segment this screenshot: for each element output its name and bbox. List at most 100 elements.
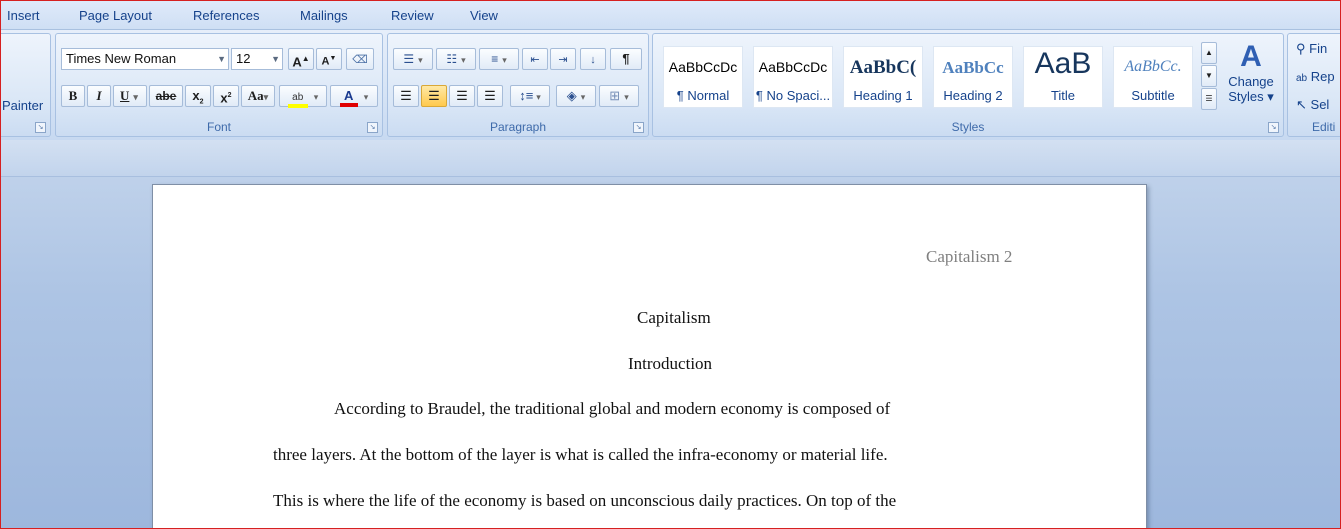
shading-button[interactable]: ◈ ▾ bbox=[556, 85, 596, 107]
binoculars-icon: ⚲ bbox=[1296, 41, 1306, 56]
paragraph-group-label: Paragraph bbox=[489, 120, 547, 134]
change-styles-label-2: Styles ▾ bbox=[1228, 89, 1274, 104]
change-styles-label: Change bbox=[1228, 74, 1274, 89]
style-normal[interactable]: AaBbCcDc ¶ Normal bbox=[663, 46, 743, 108]
font-family-combo[interactable]: Times New Roman ▼ bbox=[61, 48, 229, 70]
tab-page-layout[interactable]: Page Layout bbox=[79, 8, 152, 23]
font-size-combo[interactable]: 12 ▼ bbox=[231, 48, 283, 70]
grow-font-icon: A bbox=[292, 54, 302, 70]
style-title[interactable]: AaB Title bbox=[1023, 46, 1103, 108]
select-label: Sel bbox=[1310, 97, 1330, 112]
page-header[interactable]: Capitalism 2 bbox=[926, 247, 1012, 267]
paragraph-launcher-icon[interactable]: ↘ bbox=[633, 122, 644, 133]
styles-launcher-icon[interactable]: ↘ bbox=[1268, 122, 1279, 133]
scroll-down-icon[interactable]: ▼ bbox=[1201, 65, 1217, 87]
line-spacing-icon: ↕≡ bbox=[519, 88, 534, 103]
clipboard-launcher-icon[interactable]: ↘ bbox=[35, 122, 46, 133]
ruler-strip bbox=[1, 140, 1340, 177]
style-no-spacing[interactable]: AaBbCcDc ¶ No Spaci... bbox=[753, 46, 833, 108]
eraser-icon: ⌫ bbox=[352, 54, 368, 66]
bullets-button[interactable]: ☰ ▾ bbox=[393, 48, 433, 70]
format-painter-button[interactable]: Painter bbox=[2, 98, 43, 113]
numbered-list-icon: ☷ bbox=[446, 52, 458, 66]
tab-view[interactable]: View bbox=[470, 8, 498, 23]
subscript-button[interactable]: x2 bbox=[185, 85, 211, 107]
more-styles-icon[interactable]: ☰ bbox=[1201, 88, 1217, 110]
scroll-up-icon[interactable]: ▲ bbox=[1201, 42, 1217, 64]
styles-gallery-scroll[interactable]: ▲ ▼ ☰ bbox=[1201, 42, 1217, 112]
styles-group: AaBbCcDc ¶ Normal AaBbCcDc ¶ No Spaci...… bbox=[652, 33, 1284, 137]
align-left-button[interactable]: ☰ bbox=[393, 85, 419, 107]
clear-formatting-button[interactable]: ⌫ bbox=[346, 48, 374, 70]
style-name: Subtitle bbox=[1131, 88, 1175, 103]
shrink-font-button[interactable]: A▼ bbox=[316, 48, 342, 70]
find-button[interactable]: ⚲ Fin bbox=[1296, 41, 1327, 57]
change-styles-icon: A bbox=[1240, 40, 1262, 73]
multilevel-list-icon: ≡ bbox=[491, 52, 499, 66]
borders-button[interactable]: ⊞ ▾ bbox=[599, 85, 639, 107]
shrink-font-icon: A bbox=[321, 55, 330, 68]
paint-bucket-icon: ◈ bbox=[566, 88, 577, 103]
grow-font-button[interactable]: A▲ bbox=[288, 48, 314, 70]
sort-button[interactable]: ↓ bbox=[580, 48, 606, 70]
decrease-indent-button[interactable]: ⇤ bbox=[522, 48, 548, 70]
strikethrough-button[interactable]: abe bbox=[149, 85, 183, 107]
body-line[interactable]: According to Braudel, the traditional gl… bbox=[334, 399, 890, 419]
change-styles-button[interactable]: A Change Styles ▾ bbox=[1223, 40, 1279, 120]
increase-indent-button[interactable]: ⇥ bbox=[550, 48, 576, 70]
bullet-list-icon: ☰ bbox=[403, 52, 415, 66]
justify-button[interactable]: ☰ bbox=[477, 85, 503, 107]
style-name: Heading 1 bbox=[853, 88, 913, 103]
editing-group: ⚲ Fin ab Rep ↖ Sel Editi bbox=[1287, 33, 1340, 137]
tab-mailings[interactable]: Mailings bbox=[300, 8, 348, 23]
replace-icon: ab bbox=[1296, 73, 1308, 84]
justify-icon: ☰ bbox=[484, 88, 496, 103]
body-line[interactable]: three layers. At the bottom of the layer… bbox=[273, 445, 888, 465]
document-heading[interactable]: Introduction bbox=[628, 354, 712, 374]
style-heading-1[interactable]: AaBbC( Heading 1 bbox=[843, 46, 923, 108]
bold-button[interactable]: B bbox=[61, 85, 85, 107]
document-title[interactable]: Capitalism bbox=[637, 308, 711, 328]
text-highlight-button[interactable]: ab ▾ bbox=[279, 85, 327, 108]
style-heading-2[interactable]: AaBbCc Heading 2 bbox=[933, 46, 1013, 108]
subscript-icon: x bbox=[192, 88, 200, 103]
font-color-button[interactable]: A ▾ bbox=[330, 85, 378, 107]
tab-insert[interactable]: Insert bbox=[7, 8, 40, 23]
border-grid-icon: ⊞ bbox=[609, 88, 621, 103]
align-center-icon: ☰ bbox=[428, 88, 440, 103]
font-launcher-icon[interactable]: ↘ bbox=[367, 122, 378, 133]
superscript-button[interactable]: x2 bbox=[213, 85, 239, 107]
change-case-button[interactable]: Aa▾ bbox=[241, 85, 275, 107]
body-line[interactable]: This is where the life of the economy is… bbox=[273, 491, 896, 511]
find-label: Fin bbox=[1309, 41, 1328, 56]
tab-references[interactable]: References bbox=[193, 8, 259, 23]
chevron-down-icon: ▼ bbox=[217, 54, 226, 64]
decrease-indent-icon: ⇤ bbox=[530, 54, 540, 66]
select-button[interactable]: ↖ Sel bbox=[1296, 97, 1329, 113]
style-sample: AaBbCcDc bbox=[758, 59, 828, 75]
multilevel-list-button[interactable]: ≡ ▾ bbox=[479, 48, 519, 70]
replace-button[interactable]: ab Rep bbox=[1296, 69, 1335, 84]
align-center-button[interactable]: ☰ bbox=[421, 85, 447, 107]
italic-button[interactable]: I bbox=[87, 85, 111, 107]
align-right-button[interactable]: ☰ bbox=[449, 85, 475, 107]
document-page[interactable]: Capitalism 2 Capitalism Introduction Acc… bbox=[152, 184, 1147, 528]
clipboard-group: Painter ↘ bbox=[1, 33, 51, 137]
style-sample: AaB bbox=[1034, 47, 1092, 80]
superscript-icon: x bbox=[220, 90, 228, 106]
font-group: Times New Roman ▼ 12 ▼ A▲ A▼ ⌫ B I U ▾ ab… bbox=[55, 33, 383, 137]
ribbon-tab-bar: Insert Page Layout References Mailings R… bbox=[1, 1, 1340, 29]
line-spacing-button[interactable]: ↕≡ ▾ bbox=[510, 85, 550, 107]
ribbon: Painter ↘ Times New Roman ▼ 12 ▼ A▲ A▼ ⌫… bbox=[1, 29, 1340, 141]
word-window: Insert Page Layout References Mailings R… bbox=[0, 0, 1341, 529]
style-sample: AaBbC( bbox=[849, 57, 917, 78]
sort-icon: ↓ bbox=[590, 54, 596, 66]
strikethrough-icon: abe bbox=[155, 89, 177, 103]
tab-review[interactable]: Review bbox=[391, 8, 434, 23]
underline-button[interactable]: U ▾ bbox=[113, 85, 147, 107]
style-subtitle[interactable]: AaBbCc. Subtitle bbox=[1113, 46, 1193, 108]
numbering-button[interactable]: ☷ ▾ bbox=[436, 48, 476, 70]
show-formatting-button[interactable]: ¶ bbox=[610, 48, 642, 70]
style-sample: AaBbCc. bbox=[1124, 58, 1182, 75]
chevron-down-icon: ▾ bbox=[133, 92, 138, 102]
